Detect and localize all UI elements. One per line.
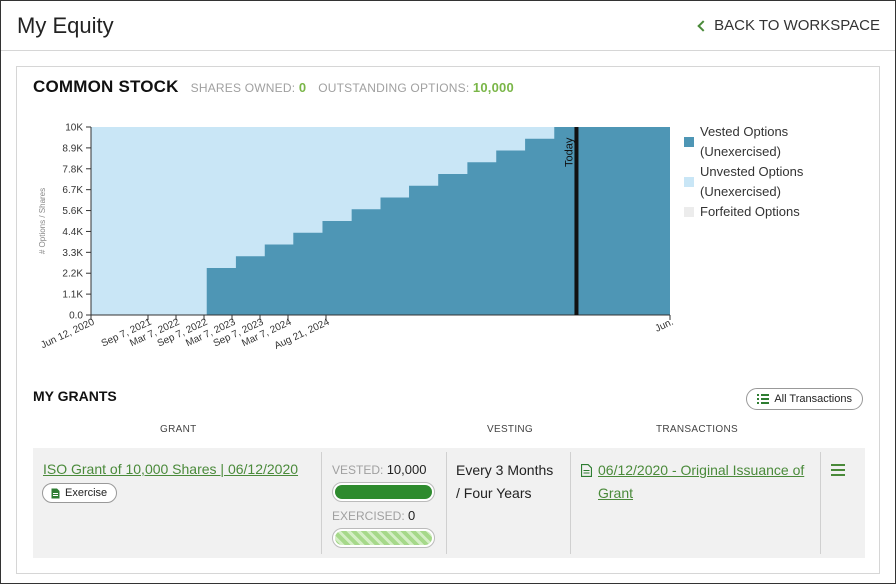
page-title: My Equity [17, 13, 114, 38]
equity-chart: 0.0 1.1K 2.2K 3.3K 4.4K 5.6K 6.7K 7.8K 8.9K 10K # … [38, 123, 675, 352]
exercised-progress-bar [332, 528, 435, 548]
shares-owned-value: 0 [298, 80, 307, 95]
vesting-line-1: Every 3 Months [456, 462, 554, 478]
y-tick-label: 3.3K [62, 248, 83, 259]
vested-progress-bar [332, 482, 435, 502]
back-to-workspace-link[interactable]: BACK TO WORKSPACE [697, 17, 880, 34]
column-divider [570, 452, 571, 554]
column-header-transactions: TRANSACTIONS [656, 424, 738, 435]
shares-owned-stat: SHARES OWNED: 0 [191, 80, 307, 95]
today-label: Today [563, 137, 575, 167]
exercised-value: 0 [408, 508, 416, 523]
y-tick-label: 8.9K [62, 143, 83, 154]
exercise-button[interactable]: Exercise [42, 483, 118, 503]
y-tick-label: 10K [65, 123, 83, 134]
stock-title: COMMON STOCK [33, 77, 179, 96]
vested-value: 10,000 [386, 462, 427, 477]
shares-owned-label: SHARES OWNED: [190, 81, 296, 95]
vested-stat: VESTED: 10,000 [332, 462, 426, 477]
legend-item-forfeited: Forfeited Options [684, 202, 803, 222]
legend-label: Forfeited Options [700, 204, 800, 219]
legend-label: Unvested Options (Unexercised) [700, 164, 804, 199]
x-tick-label: Jun. [653, 317, 675, 335]
exercised-progress-track [335, 531, 432, 545]
document-icon [51, 488, 60, 498]
transaction-entry: 06/12/2020 - Original Issuance of Grant [581, 459, 806, 505]
legend-item-unvested: Unvested Options (Unexercised) [684, 162, 803, 202]
column-divider [446, 452, 447, 554]
y-tick-label: 1.1K [62, 290, 83, 301]
all-transactions-button[interactable]: All Transactions [746, 388, 863, 410]
column-divider [820, 452, 821, 554]
exercised-stat: EXERCISED: 0 [332, 508, 415, 523]
y-tick-label: 6.7K [62, 185, 83, 196]
grant-link[interactable]: ISO Grant of 10,000 Shares | 06/12/2020 [43, 461, 298, 477]
vested-progress-fill [335, 485, 432, 499]
chevron-left-icon [697, 20, 709, 32]
y-tick-label: 2.2K [62, 269, 83, 280]
y-axis-label: # Options / Shares [38, 188, 47, 254]
all-transactions-label: All Transactions [774, 393, 852, 405]
exercised-label: EXERCISED: [332, 509, 405, 523]
outstanding-options-stat: OUTSTANDING OPTIONS: 10,000 [318, 80, 514, 95]
x-tick-label: Jun 12, 2020 [39, 317, 96, 352]
vested-label: VESTED: [332, 463, 384, 477]
transaction-link[interactable]: 06/12/2020 - Original Issuance of Grant [598, 459, 806, 505]
outstanding-value: 10,000 [472, 80, 514, 95]
equity-panel: COMMON STOCK SHARES OWNED: 0 OUTSTANDING… [16, 66, 880, 574]
vesting-schedule: Every 3 Months / Four Years [456, 459, 566, 505]
y-tick-label: 7.8K [62, 164, 83, 175]
document-icon [581, 464, 592, 477]
y-tick-label: 5.6K [62, 206, 83, 217]
hamburger-menu-icon[interactable] [831, 464, 845, 479]
stock-header: COMMON STOCK SHARES OWNED: 0 OUTSTANDING… [33, 77, 514, 97]
vesting-line-2: / Four Years [456, 485, 532, 501]
legend-swatch [684, 137, 694, 147]
grant-row: ISO Grant of 10,000 Shares | 06/12/2020 … [33, 448, 865, 558]
column-header-grant: GRANT [160, 424, 197, 435]
exercise-label: Exercise [65, 487, 108, 499]
legend-label: Vested Options (Unexercised) [700, 124, 789, 159]
column-header-vesting: VESTING [487, 424, 533, 435]
back-label: BACK TO WORKSPACE [714, 17, 880, 34]
legend-swatch [684, 207, 694, 217]
column-divider [321, 452, 322, 554]
legend-swatch [684, 177, 694, 187]
grants-title: MY GRANTS [33, 388, 117, 404]
y-tick-label: 0.0 [69, 311, 83, 322]
legend-item-vested: Vested Options (Unexercised) [684, 122, 803, 162]
list-icon [757, 394, 770, 404]
top-bar: My Equity BACK TO WORKSPACE [1, 1, 895, 51]
y-tick-label: 4.4K [62, 227, 83, 238]
chart-legend: Vested Options (Unexercised) Unvested Opti… [684, 122, 803, 222]
outstanding-label: OUTSTANDING OPTIONS: [318, 81, 470, 95]
